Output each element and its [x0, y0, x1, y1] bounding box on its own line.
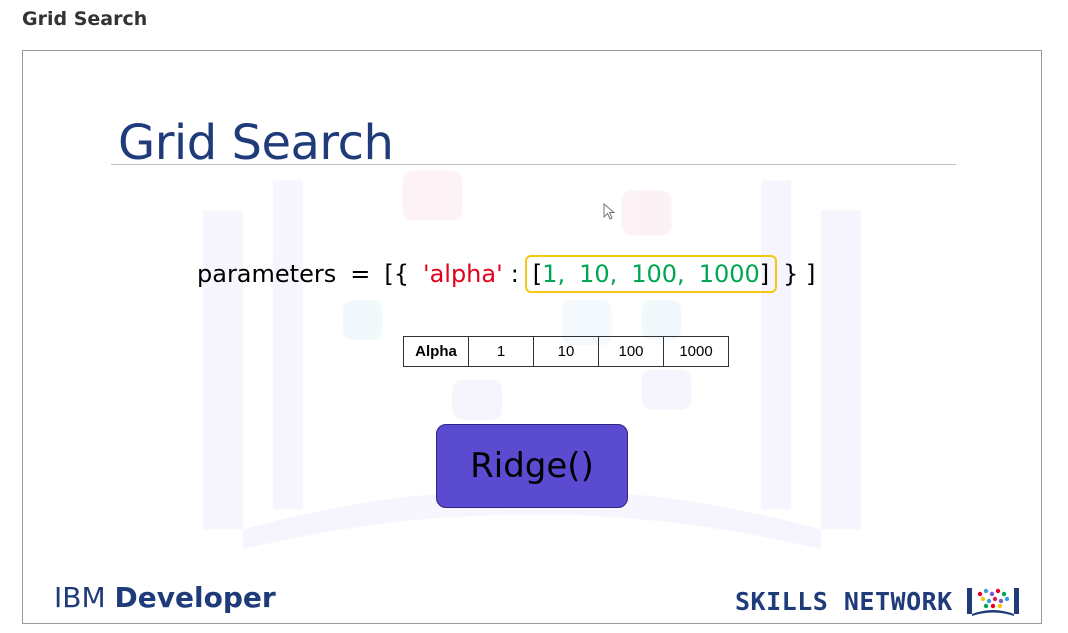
code-value: 1, — [542, 260, 566, 288]
video-slide[interactable]: Grid Search parameters = [{ 'alpha' : [ … — [22, 50, 1042, 624]
skills-network-logo-icon — [966, 588, 1019, 616]
table-cell: 1 — [468, 336, 534, 367]
code-close-brackets: } ] — [783, 260, 816, 288]
table-cell: 10 — [533, 336, 599, 367]
table-header-alpha: Alpha — [403, 336, 469, 367]
skills-network-text: SKILLS NETWORK — [735, 586, 953, 616]
code-assign: = — [350, 260, 371, 288]
code-key-alpha: 'alpha' — [422, 260, 503, 288]
brand-ibm: IBM — [54, 581, 115, 614]
brand-developer: Developer — [114, 581, 276, 614]
slide-title: Grid Search — [118, 115, 394, 171]
code-value: 10, — [579, 260, 618, 288]
alpha-values-table: Alpha 1 10 100 1000 — [403, 336, 729, 367]
code-list-open: [ — [532, 260, 543, 288]
code-open-brackets: [{ — [384, 260, 409, 288]
alpha-values-highlight: [ 1, 10, 100, 1000 ] — [524, 255, 778, 293]
page-heading: Grid Search — [22, 8, 148, 30]
table-row: Alpha 1 10 100 1000 — [403, 336, 729, 367]
code-var-name: parameters — [197, 260, 337, 288]
ridge-model-box: Ridge() — [436, 424, 628, 508]
code-colon: : — [510, 260, 519, 288]
code-list-close: ] — [759, 260, 770, 288]
title-divider — [111, 164, 956, 165]
table-cell: 100 — [598, 336, 664, 367]
ibm-developer-logo: IBM Developer — [54, 581, 276, 614]
code-value: 1000 — [698, 260, 760, 288]
table-cell: 1000 — [663, 336, 729, 367]
cursor-icon — [603, 203, 616, 220]
code-value: 100, — [631, 260, 685, 288]
parameters-code-line: parameters = [{ 'alpha' : [ 1, 10, 100, … — [197, 254, 815, 294]
skills-network-logo: SKILLS NETWORK — [735, 584, 1021, 618]
